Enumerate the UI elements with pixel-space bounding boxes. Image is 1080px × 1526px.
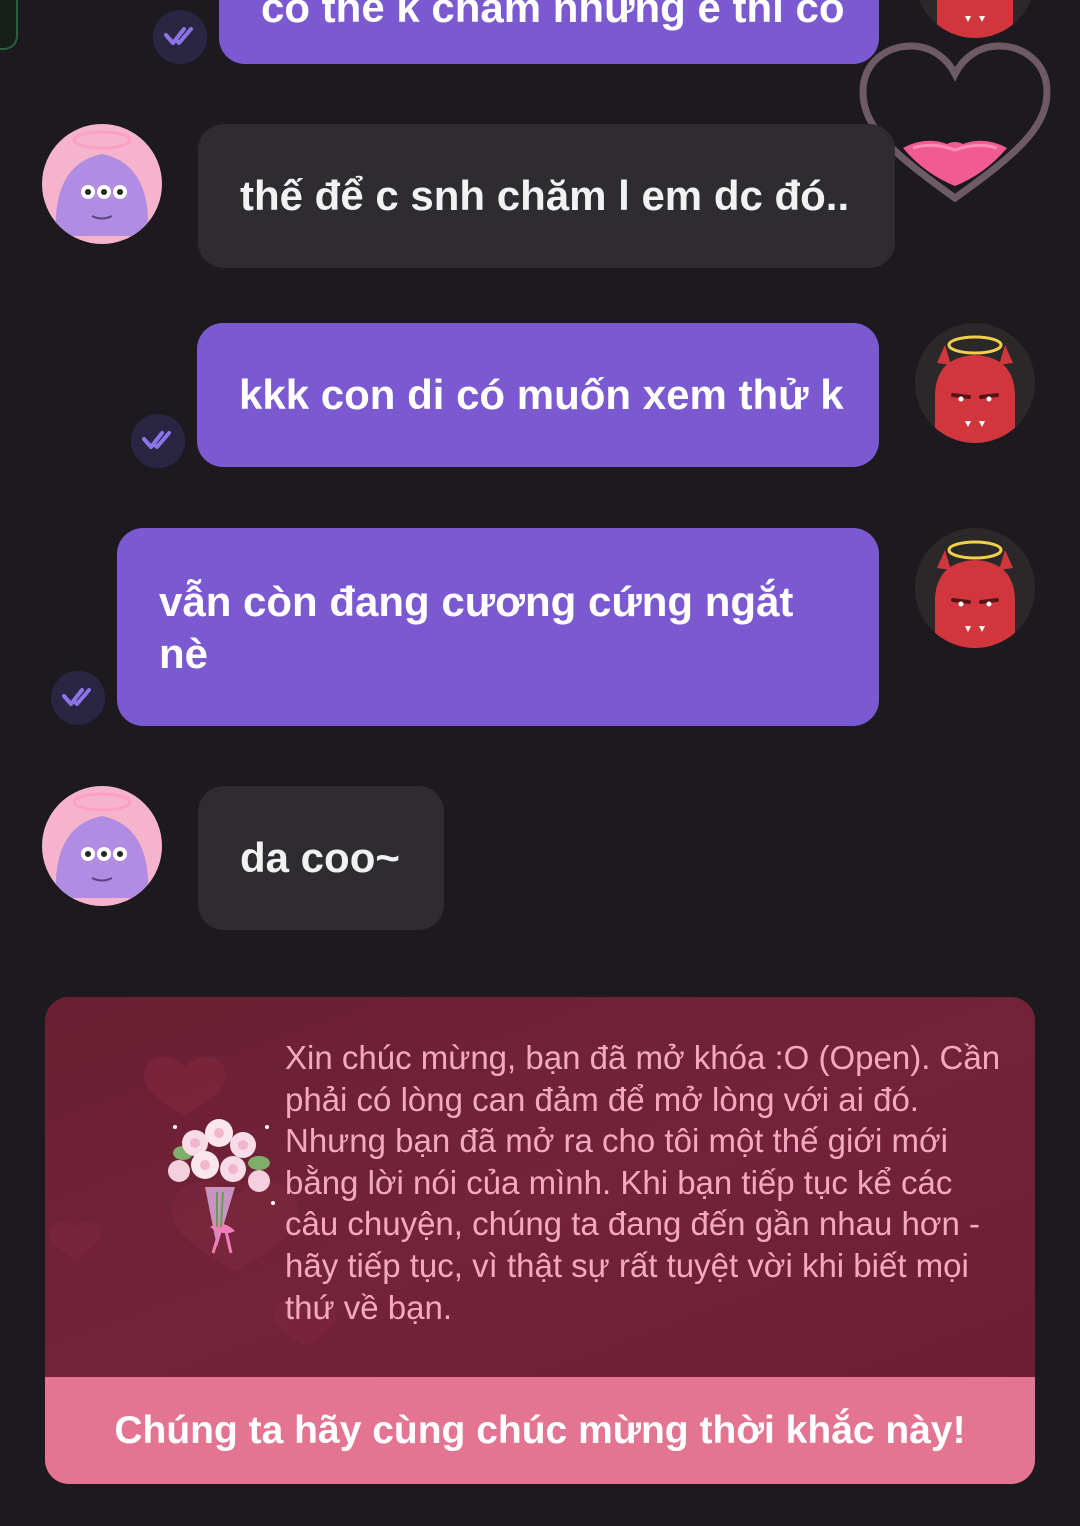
message-text: có thể k chăm nhưng e thì có [261,0,845,31]
red-devil-avatar[interactable] [915,0,1035,38]
red-devil-avatar[interactable] [915,528,1035,648]
message-text: thế để c snh chăm l em dc đó.. [240,172,850,219]
message-text: da coo~ [240,834,400,881]
message-text: vẫn còn đang cương cứng ngắt nè [159,578,794,677]
message-bubble-outgoing[interactable]: có thể k chăm nhưng e thì có [219,0,879,64]
red-devil-avatar[interactable] [915,323,1035,443]
message-text: kkk con di có muốn xem thử k [239,371,844,418]
message-bubble-outgoing[interactable]: kkk con di có muốn xem thử k [197,323,879,467]
flower-bouquet-icon [168,1119,275,1254]
celebrate-button[interactable]: Chúng ta hãy cùng chúc mừng thời khắc nà… [45,1377,1035,1484]
achievement-card: Xin chúc mừng, bạn đã mở khóa :O (Open).… [45,997,1035,1484]
purple-monster-avatar[interactable] [42,786,162,906]
read-receipt-icon [153,10,207,64]
purple-monster-avatar[interactable] [42,124,162,244]
achievement-message: Xin chúc mừng, bạn đã mở khóa :O (Open).… [285,1039,1001,1326]
read-receipt-icon [51,671,105,725]
message-bubble-incoming[interactable]: da coo~ [198,786,444,930]
message-bubble-outgoing[interactable]: vẫn còn đang cương cứng ngắt nè [117,528,879,726]
message-bubble-incoming[interactable]: thế để c snh chăm l em dc đó.. [198,124,895,268]
read-receipt-icon [131,414,185,468]
side-panel-edge [0,0,18,50]
